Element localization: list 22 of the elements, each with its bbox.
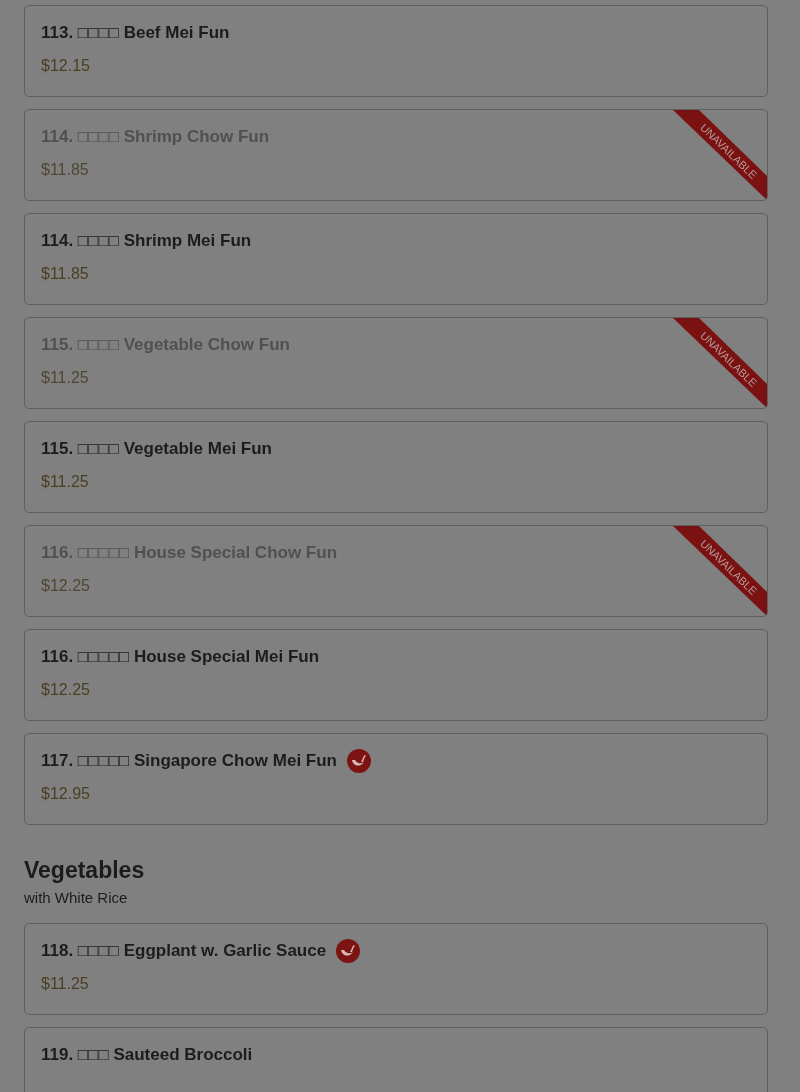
menu-item-card[interactable]: 118. □□□□ Eggplant w. Garlic Sauce $11.25 (24, 923, 768, 1015)
item-title: 116. □□□□□ House Special Mei Fun (41, 647, 320, 667)
item-price: $11.25 (41, 975, 90, 993)
menu-item-card[interactable]: 116. □□□□□ House Special Mei Fun $12.25 (24, 629, 768, 721)
menu-item-card[interactable]: 117. □□□□□ Singapore Chow Mei Fun $12.95 (24, 733, 768, 825)
menu-item-card[interactable]: 113. □□□□ Beef Mei Fun $12.15 (24, 5, 768, 97)
item-price: $11.85 (41, 265, 90, 283)
section-heading: Vegetables (24, 856, 146, 885)
menu-item-card[interactable]: 114. □□□□ Shrimp Mei Fun $11.85 (24, 213, 768, 305)
item-title: 117. □□□□□ Singapore Chow Mei Fun (41, 751, 337, 771)
item-title: 113. □□□□ Beef Mei Fun (41, 23, 230, 43)
item-price: $11.25 (41, 473, 90, 491)
item-title: 115. □□□□ Vegetable Mei Fun (41, 439, 272, 459)
item-title: 118. □□□□ Eggplant w. Garlic Sauce (41, 941, 327, 961)
menu-item-card[interactable]: 115. □□□□ Vegetable Mei Fun $11.25 (24, 421, 768, 513)
item-price: $12.15 (41, 57, 91, 75)
menu-item-card[interactable]: 119. □□□ Sauteed Broccoli (24, 1027, 768, 1092)
item-price: $12.25 (41, 681, 91, 699)
item-title: 119. □□□ Sauteed Broccoli (41, 1045, 253, 1065)
item-price: $12.95 (41, 785, 91, 803)
section-subtitle: with White Rice (24, 889, 129, 906)
item-title: 114. □□□□ Shrimp Mei Fun (41, 231, 252, 251)
